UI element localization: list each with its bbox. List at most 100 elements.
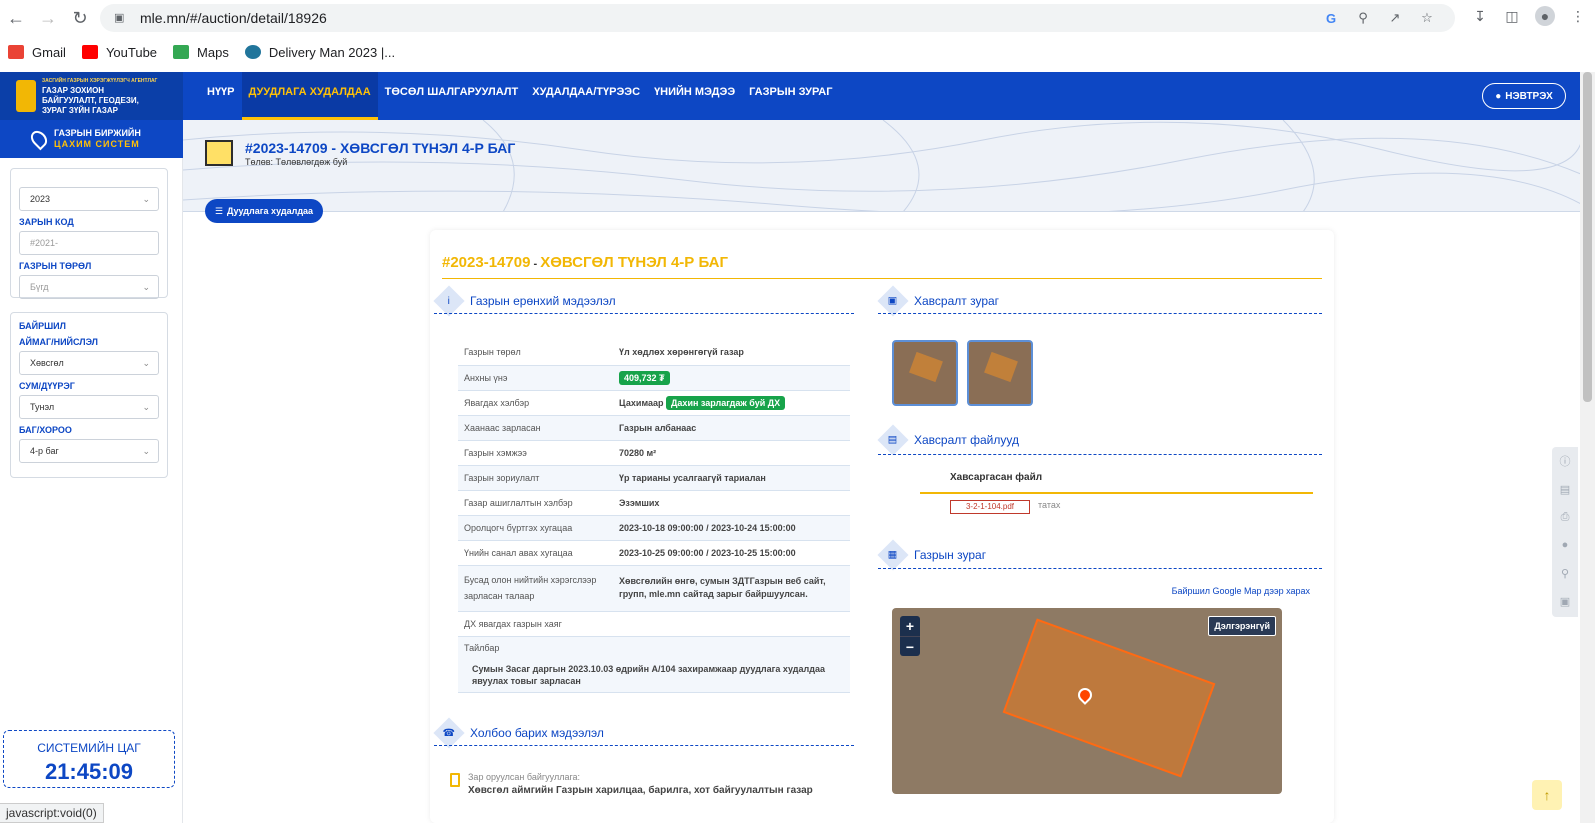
land-map[interactable]: + − Дэлгэрэнгүй xyxy=(892,608,1282,794)
bookmark-maps[interactable]: Maps xyxy=(173,45,229,60)
location-label: БАЙРШИЛ xyxy=(19,321,66,331)
chevron-down-icon: ⌄ xyxy=(142,281,150,292)
youtube-icon xyxy=(81,45,98,59)
info-icon: i xyxy=(433,285,465,317)
code-input[interactable]: #2021- xyxy=(19,231,159,255)
list-icon: ☰ xyxy=(214,205,223,216)
site-logo[interactable]: ЗАСГИЙН ГАЗРЫН ХЭРЭГЖҮҮЛЭГЧ АГЕНТЛАГ ГАЗ… xyxy=(0,72,183,120)
arrow-up-icon: ↑ xyxy=(1543,787,1551,803)
nav-land-map[interactable]: ГАЗРЫН ЗУРАГ xyxy=(742,72,839,120)
system-badge: ГАЗРЫН БИРЖИЙН ЦАХИМ СИСТЕМ xyxy=(0,120,183,158)
attached-image-thumbnail[interactable] xyxy=(892,340,958,406)
filter-group-basic: 2023 ⌄ ЗАРЫН КОД #2021- ГАЗРЫН ТӨРӨЛ Бүгд… xyxy=(10,168,168,299)
share-icon[interactable]: ↗ xyxy=(1387,10,1403,26)
parcel-polygon[interactable] xyxy=(1002,618,1216,778)
auction-list-button[interactable]: ☰ Дуудлага худалдаа xyxy=(205,199,323,223)
chevron-down-icon: ⌄ xyxy=(142,357,150,368)
save-tool-icon[interactable]: ▣ xyxy=(1552,587,1578,615)
auction-status: Төлөв: Төлөвлөгдөж буй xyxy=(245,157,348,167)
note-text: Сумын Засаг даргын 2023.10.03 өдрийн А/1… xyxy=(472,663,825,686)
sum-select[interactable]: Тунэл ⌄ xyxy=(19,395,159,419)
bookmark-star-icon[interactable]: ☆ xyxy=(1419,10,1435,26)
scroll-to-top-button[interactable]: ↑ xyxy=(1532,780,1562,810)
section-divider xyxy=(434,745,854,746)
nav-home[interactable]: НҮҮР xyxy=(200,72,242,120)
general-info-header: i Газрын ерөнхий мэдээлэл xyxy=(433,285,616,317)
land-map-header: ▦ Газрын зураг xyxy=(877,539,986,571)
bookmark-gmail[interactable]: Gmail xyxy=(8,45,66,60)
site-header: ЗАСГИЙН ГАЗРЫН ХЭРЭГЖҮҮЛЭГЧ АГЕНТЛАГ ГАЗ… xyxy=(0,72,1580,120)
download-icon[interactable]: ↧ xyxy=(1471,7,1489,25)
info-tool-icon[interactable]: ⓘ xyxy=(1552,447,1578,475)
document-tool-icon[interactable]: ▤ xyxy=(1552,475,1578,503)
file-icon: ▤ xyxy=(877,424,909,456)
table-row: Оролцогч бүртгэх хугацаа 2023-10-18 09:00… xyxy=(458,515,850,541)
side-panel-icon[interactable]: ◫ xyxy=(1503,7,1521,25)
file-link[interactable]: 3-2-1-104.pdf xyxy=(950,500,1030,514)
download-link[interactable]: татах xyxy=(1038,500,1060,510)
menu-dots-icon[interactable]: ⋮ xyxy=(1569,7,1587,25)
contact-header: ☎ Холбоо барих мэдээлэл xyxy=(433,717,604,749)
nav-sale-rent[interactable]: ХУДАЛДАА/ТҮРЭЭС xyxy=(525,72,647,120)
user-tool-icon[interactable]: ● xyxy=(1552,531,1578,559)
section-divider xyxy=(878,568,1322,569)
zoom-out-button[interactable]: − xyxy=(900,636,920,656)
nav-auction[interactable]: ДУУДЛАГА ХУДАЛДАА xyxy=(241,72,378,120)
status-badge: Дахин зарлагдаж буй ДХ xyxy=(666,395,786,410)
attached-files-header: ▤ Хавсралт файлууд xyxy=(877,424,1019,456)
url-text: mle.mn/#/auction/detail/18926 xyxy=(140,10,327,26)
title-divider xyxy=(442,278,1322,279)
back-icon[interactable]: ← xyxy=(4,6,28,30)
system-badge-line2: ЦАХИМ СИСТЕМ xyxy=(54,139,140,149)
profile-avatar-icon[interactable]: ● xyxy=(1535,6,1555,26)
chevron-down-icon: ⌄ xyxy=(142,401,150,412)
map-details-button[interactable]: Дэлгэрэнгүй xyxy=(1208,616,1276,636)
page-scrollbar[interactable] xyxy=(1580,72,1595,823)
reload-icon[interactable]: ↻ xyxy=(68,6,92,30)
logo-subtitle: ЗАСГИЙН ГАЗРЫН ХЭРЭГЖҮҮЛЭГЧ АГЕНТЛАГ xyxy=(42,78,158,84)
browser-status-bar: javascript:void(0) xyxy=(0,803,104,823)
zoom-icon[interactable]: ⚲ xyxy=(1355,10,1371,26)
lock-icon: ▣ xyxy=(114,12,125,24)
clock-time: 21:45:09 xyxy=(44,759,134,784)
attached-images-header: ▣ Хавсралт зураг xyxy=(877,285,999,317)
nav-price-info[interactable]: ҮНИЙН МЭДЭЭ xyxy=(647,72,742,120)
nav-project-selection[interactable]: ТӨСӨЛ ШАЛГАРУУЛАЛТ xyxy=(378,72,526,120)
topography-pattern xyxy=(183,120,1580,211)
search-user-tool-icon[interactable]: ⚲ xyxy=(1552,559,1578,587)
google-icon[interactable]: G xyxy=(1323,10,1339,26)
address-bar[interactable]: ▣ mle.mn/#/auction/detail/18926 G ⚲ ↗ ☆ xyxy=(100,4,1455,32)
detail-card: #2023-14709 - ХӨВСГӨЛ ТҮНЭЛ 4-Р БАГ i Га… xyxy=(430,230,1334,823)
price-badge: 409,732 ₮ xyxy=(619,370,670,385)
scroll-thumb[interactable] xyxy=(1583,72,1592,402)
forward-icon[interactable]: → xyxy=(36,6,60,30)
bookmarks-bar: Gmail YouTube Maps Delivery Man 2023 |..… xyxy=(0,38,1595,66)
location-pin-icon xyxy=(27,127,51,151)
google-map-link[interactable]: Байршил Google Map дээр харах xyxy=(1172,586,1310,596)
detail-title: #2023-14709 - ХӨВСГӨЛ ТҮНЭЛ 4-Р БАГ xyxy=(442,254,729,271)
aimag-select[interactable]: Хөвсгөл ⌄ xyxy=(19,351,159,375)
attached-image-thumbnail[interactable] xyxy=(967,340,1033,406)
year-select[interactable]: 2023 ⌄ xyxy=(19,187,159,211)
table-row: Бусад олон нийтийн хэрэгслээр зарласан т… xyxy=(458,565,850,612)
image-icon: ▣ xyxy=(877,285,909,317)
logo-title: ГАЗАР ЗОХИОН БАЙГУУЛАЛТ, ГЕОДЕЗИ, ЗУРАГ … xyxy=(42,86,139,115)
bookmark-delivery[interactable]: Delivery Man 2023 |... xyxy=(244,45,395,60)
bag-select[interactable]: 4-р баг ⌄ xyxy=(19,439,159,463)
table-row: ДХ явагдах газрын хаяг xyxy=(458,611,850,637)
print-tool-icon[interactable]: ⎙ xyxy=(1552,503,1578,531)
files-table-header: Хавсаргасан файл xyxy=(920,472,1313,494)
zoom-in-button[interactable]: + xyxy=(900,616,920,636)
chevron-down-icon: ⌄ xyxy=(142,193,150,204)
login-button[interactable]: ● НЭВТРЭХ xyxy=(1482,83,1566,109)
page-banner: #2023-14709 - ХӨВСГӨЛ ТҮНЭЛ 4-Р БАГ Төлө… xyxy=(183,120,1580,212)
table-row: Газар ашиглалтын хэлбэр Эзэмших xyxy=(458,490,850,516)
chevron-down-icon: ⌄ xyxy=(142,445,150,456)
section-divider xyxy=(878,313,1322,314)
phone-icon: ☎ xyxy=(433,717,465,749)
land-type-select[interactable]: Бүгд ⌄ xyxy=(19,275,159,299)
browser-toolbar: ← → ↻ ▣ mle.mn/#/auction/detail/18926 G … xyxy=(0,0,1595,36)
bookmark-youtube[interactable]: YouTube xyxy=(81,45,157,60)
clock-title: СИСТЕМИЙН ЦАГ xyxy=(37,741,141,755)
table-row: Тайлбар Сумын Засаг даргын 2023.10.03 өд… xyxy=(458,636,850,693)
